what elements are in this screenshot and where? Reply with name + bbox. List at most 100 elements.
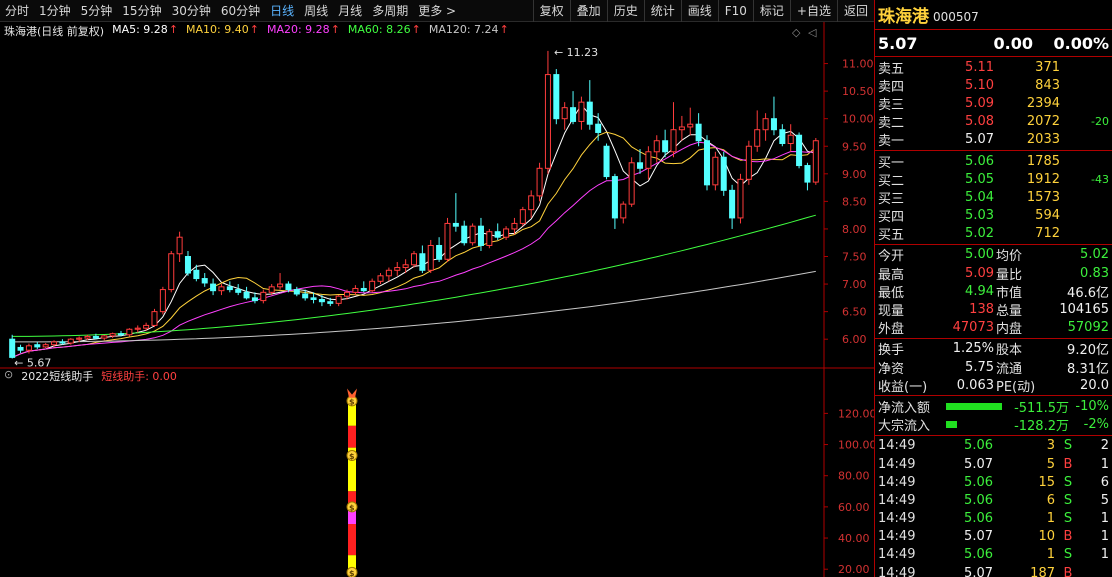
nav-diamond-icon[interactable]: ◇ xyxy=(792,26,801,39)
nav-left-icon[interactable]: ◁ xyxy=(808,26,817,39)
sub-legend: ⊙ 2022短线助手 短线助手: 0.00 xyxy=(4,368,177,384)
candle xyxy=(17,344,24,353)
bid-volume: 1912 xyxy=(1026,171,1060,187)
kline-chart[interactable]: 11.00 10.50 10.00 9.50 9.00 8.50 8.00 7.50 7.00 6… xyxy=(0,22,874,577)
stat-label-2: 量比 xyxy=(996,267,1023,283)
flow-bar xyxy=(946,402,1002,410)
tick-price: 5.07 xyxy=(964,565,993,577)
func-btn-2[interactable]: 历史 xyxy=(606,0,644,22)
flow-row-1: 大宗流入 -128.2万 -2% xyxy=(875,416,1112,434)
y-tick-7: 7.50 xyxy=(842,251,867,264)
bid-book: 买一 5.06 1785 买二 5.05 1912 -43 买三 5.04 1573 买四 5.03 5… xyxy=(875,151,1112,245)
period-btn-8[interactable]: 月线 xyxy=(333,0,367,22)
stat2-row-1: 净资 5.75 流通 8.31亿 xyxy=(875,358,1112,377)
tick-time: 14:49 xyxy=(878,529,916,545)
candle xyxy=(519,206,526,227)
tick-volume: 10 xyxy=(1038,529,1055,545)
func-btn-8[interactable]: 返回 xyxy=(836,0,874,22)
bid-delta: -43 xyxy=(1091,172,1109,186)
high-annotation: ← 11.23 xyxy=(554,46,598,59)
tick-row-4: 14:49 5.06 1 S 1 xyxy=(875,510,1112,528)
func-btn-3[interactable]: 统计 xyxy=(643,0,681,22)
ask-volume: 2033 xyxy=(1026,132,1060,148)
bid-row-4: 买五 5.02 712 xyxy=(875,225,1112,243)
candle xyxy=(218,284,225,296)
period-btn-9[interactable]: 多周期 xyxy=(367,0,413,22)
period-btn-0[interactable]: 分时 xyxy=(0,0,34,22)
ask-price: 5.09 xyxy=(965,95,994,111)
tick-volume: 3 xyxy=(1046,438,1055,454)
ma-legend-4: MA120: 7.24 xyxy=(428,23,499,36)
candle xyxy=(620,201,627,224)
candle xyxy=(42,343,49,349)
func-btn-5[interactable]: F10 xyxy=(717,0,753,22)
bid-label: 买四 xyxy=(878,210,905,226)
candle xyxy=(410,250,418,268)
candle xyxy=(762,113,769,141)
tick-side: S xyxy=(1063,438,1073,454)
bid-price: 5.04 xyxy=(965,189,994,205)
money-bag-icon: $ xyxy=(346,501,358,513)
candle xyxy=(494,223,501,240)
indicator-value: 短线助手: 0.00 xyxy=(101,370,177,383)
y-tick-8: 7.00 xyxy=(842,278,867,291)
func-btn-7[interactable]: +自选 xyxy=(789,0,837,22)
ask-row-4: 卖一 5.07 2033 xyxy=(875,131,1112,149)
stat2-label-2: 股本 xyxy=(996,343,1023,359)
bid-volume: 1573 xyxy=(1026,189,1060,205)
stock-header: 珠海港 000507 xyxy=(875,0,1112,30)
period-btn-6[interactable]: 日线 xyxy=(265,0,299,22)
tick-side: B xyxy=(1063,565,1073,577)
arrow-up-icon: ↑ xyxy=(249,23,259,36)
tick-row-6: 14:49 5.06 1 S 1 xyxy=(875,546,1112,564)
sub-tick-4: 40.00 xyxy=(838,532,870,545)
tick-side: S xyxy=(1063,547,1073,563)
candle xyxy=(151,308,158,328)
tick-time: 14:49 xyxy=(878,456,916,472)
period-btn-2[interactable]: 5分钟 xyxy=(76,0,118,22)
stat2-label: 收益(一) xyxy=(878,379,928,395)
period-btn-1[interactable]: 1分钟 xyxy=(34,0,76,22)
tick-side: B xyxy=(1063,529,1073,545)
func-btn-1[interactable]: 叠加 xyxy=(569,0,607,22)
chart-area[interactable]: 11.00 10.50 10.00 9.50 9.00 8.50 8.00 7.50 7.00 6… xyxy=(0,22,874,577)
tick-side: B xyxy=(1063,456,1073,472)
candle xyxy=(419,245,426,274)
candle xyxy=(469,223,476,246)
stat-value: 4.94 xyxy=(965,283,994,299)
quote-panel: 珠海港 000507 5.07 0.00 0.00% 卖五 5.11 371 卖四 5.… xyxy=(874,0,1112,577)
y-tick-1: 10.50 xyxy=(842,85,874,98)
period-btn-4[interactable]: 30分钟 xyxy=(167,0,216,22)
candle xyxy=(544,50,551,174)
period-btn-5[interactable]: 60分钟 xyxy=(216,0,265,22)
ask-price: 5.11 xyxy=(965,59,994,75)
tick-time: 14:49 xyxy=(878,565,916,577)
tick-count: 1 xyxy=(1100,529,1109,545)
tick-time: 14:49 xyxy=(878,474,916,490)
func-btn-0[interactable]: 复权 xyxy=(532,0,570,22)
last-price: 5.07 xyxy=(878,33,918,53)
period-btn-3[interactable]: 15分钟 xyxy=(117,0,166,22)
flow-pct: -2% xyxy=(1083,417,1109,433)
tick-list[interactable]: 14:49 5.06 3 S 2 14:49 5.07 5 B 1 14:49 5.06 15 S 6 14:… xyxy=(875,436,1112,577)
period-btn-10[interactable]: 更多 > xyxy=(413,0,461,22)
price-pct: 0.00% xyxy=(1053,33,1109,53)
period-btn-7[interactable]: 周线 xyxy=(299,0,333,22)
candle xyxy=(570,91,577,125)
ask-label: 卖四 xyxy=(878,79,905,95)
func-btn-4[interactable]: 画线 xyxy=(680,0,718,22)
candle xyxy=(754,110,761,152)
ask-row-2: 卖三 5.09 2394 xyxy=(875,94,1112,113)
period-buttons: 分时 1分钟 5分钟 15分钟 30分钟 60分钟 日线 周线 月线 多周期 更多 > xyxy=(0,0,461,22)
ma5-line xyxy=(12,104,816,358)
candle xyxy=(796,132,803,169)
svg-text:$: $ xyxy=(349,503,355,512)
tick-row-5: 14:49 5.07 10 B 1 xyxy=(875,528,1112,546)
tick-time: 14:49 xyxy=(878,547,916,563)
candle xyxy=(377,273,384,285)
func-btn-6[interactable]: 标记 xyxy=(752,0,790,22)
collapse-icon[interactable]: ⊙ xyxy=(4,368,13,384)
y-tick-3: 9.50 xyxy=(842,140,867,153)
tick-price: 5.06 xyxy=(964,511,993,527)
candle xyxy=(770,96,777,136)
